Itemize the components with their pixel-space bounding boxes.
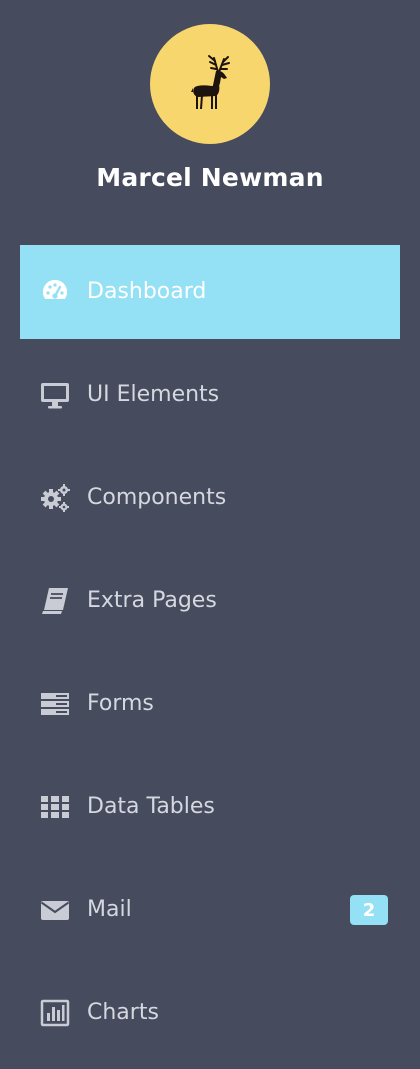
- sidebar-item-components[interactable]: Components: [20, 451, 400, 545]
- sidebar-item-ui-elements[interactable]: UI Elements: [20, 348, 400, 442]
- sidebar-item-label: Dashboard: [87, 279, 207, 304]
- sidebar-item-label: Data Tables: [87, 794, 215, 819]
- sidebar-nav: Dashboard UI Elements Components Extra P…: [20, 245, 400, 1069]
- sidebar-item-label: Charts: [87, 1000, 159, 1025]
- sidebar-item-label: Components: [87, 485, 227, 510]
- mail-count-badge: 2: [350, 895, 388, 925]
- grid-icon: [39, 791, 71, 823]
- form-rows-icon: [39, 688, 71, 720]
- sidebar-item-extra-pages[interactable]: Extra Pages: [20, 554, 400, 648]
- bar-chart-icon: [39, 997, 71, 1029]
- sidebar-item-mail[interactable]: Mail 2: [20, 863, 400, 957]
- sidebar-item-dashboard[interactable]: Dashboard: [20, 245, 400, 339]
- sidebar-item-label: Mail: [87, 897, 132, 922]
- user-profile: Marcel Newman: [0, 0, 420, 230]
- elk-icon: [191, 55, 230, 109]
- book-icon: [39, 585, 71, 617]
- gears-icon: [39, 482, 71, 514]
- monitor-icon: [39, 379, 71, 411]
- sidebar-item-label: Extra Pages: [87, 588, 217, 613]
- avatar[interactable]: [150, 24, 270, 144]
- sidebar-item-charts[interactable]: Charts: [20, 966, 400, 1060]
- user-name: Marcel Newman: [96, 163, 324, 192]
- sidebar-item-label: UI Elements: [87, 382, 220, 407]
- dashboard-gauge-icon: [39, 276, 71, 308]
- sidebar-item-data-tables[interactable]: Data Tables: [20, 760, 400, 854]
- sidebar-item-label: Forms: [87, 691, 154, 716]
- sidebar: Marcel Newman Dashboard UI Elements Comp…: [0, 0, 420, 1062]
- sidebar-item-forms[interactable]: Forms: [20, 657, 400, 751]
- envelope-icon: [39, 894, 71, 926]
